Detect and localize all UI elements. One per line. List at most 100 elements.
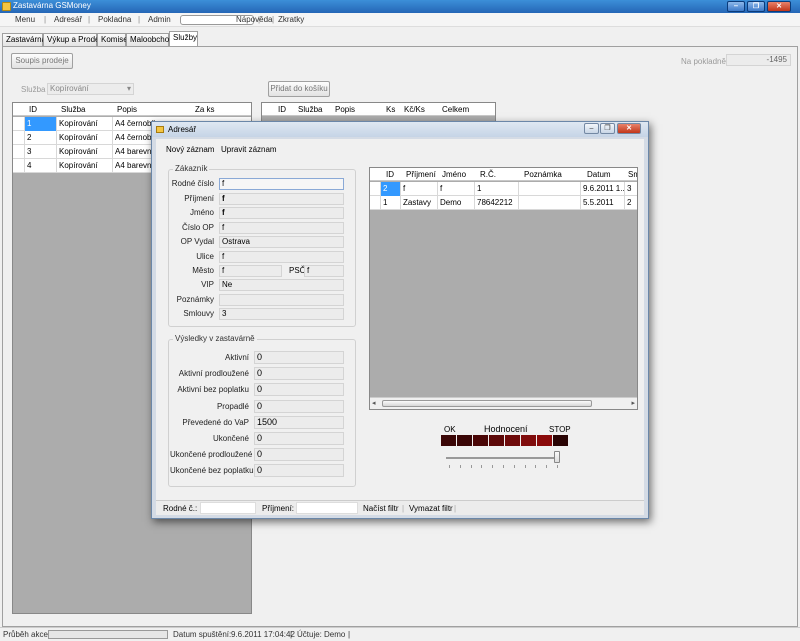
scroll-left-icon[interactable]: ◂	[372, 399, 376, 407]
tab-komise[interactable]: Komise	[97, 33, 128, 46]
slider-thumb[interactable]	[554, 451, 560, 463]
rating-cell	[505, 435, 520, 446]
cell-name[interactable]: f	[438, 182, 475, 196]
cell-date[interactable]: 5.5.2011	[581, 196, 625, 210]
field-label: Rodné číslo	[171, 179, 214, 188]
street-field[interactable]: f	[219, 251, 344, 263]
cell-surname[interactable]: Zastavy	[401, 196, 438, 210]
new-record-menu[interactable]: Nový záznam	[166, 145, 214, 154]
tab-vykup-a-prodej[interactable]: Výkup a Prodej	[43, 33, 101, 46]
cell-id[interactable]: 2	[381, 182, 401, 196]
scrollbar-thumb[interactable]	[382, 400, 592, 407]
service-select[interactable]: Kopírování ▾	[47, 83, 134, 95]
cell-id[interactable]: 1	[381, 196, 401, 210]
menu-menu[interactable]: Menu	[15, 15, 35, 24]
row-header	[13, 117, 25, 131]
cell-service[interactable]: Kopírování	[57, 117, 113, 131]
customers-grid[interactable]: ID Příjmení Jméno R.Č. Poznámka Datum Sm…	[369, 167, 638, 410]
result-label: Převedené do VaP	[182, 418, 249, 427]
cell-id[interactable]: 1	[25, 117, 57, 131]
result-label: Aktivní prodloužené	[178, 369, 249, 378]
dialog-close-button[interactable]: ✕	[617, 123, 641, 134]
column-header[interactable]: Popis	[117, 105, 137, 114]
birth-number-field[interactable]: f	[219, 178, 344, 190]
column-header[interactable]: ID	[29, 105, 37, 114]
cell-service[interactable]: Kopírování	[57, 145, 113, 159]
close-button[interactable]: ✕	[767, 1, 791, 12]
column-header[interactable]: R.Č.	[480, 170, 496, 179]
contracts-field[interactable]: 3	[219, 308, 344, 320]
rating-slider[interactable]	[446, 451, 566, 470]
load-filter-button[interactable]: Načíst filtr	[363, 504, 399, 513]
column-header[interactable]: Jméno	[442, 170, 466, 179]
horizontal-scrollbar[interactable]: ◂ ▸	[370, 397, 637, 409]
cart-grid[interactable]: ID Služba Popis Ks Kč/Ks Celkem	[261, 102, 496, 122]
column-header[interactable]: Celkem	[442, 105, 469, 114]
cell-service[interactable]: Kopírování	[57, 159, 113, 173]
column-header[interactable]: Služba	[298, 105, 322, 114]
edit-record-menu[interactable]: Upravit záznam	[221, 145, 277, 154]
menu-napoveda[interactable]: Nápověda	[236, 15, 272, 24]
city-field[interactable]: f	[219, 265, 282, 277]
menu-adresar[interactable]: Adresář	[54, 15, 82, 24]
results-group-title: Výsledky v zastavárně	[173, 334, 257, 343]
clear-filter-button[interactable]: Vymazat filtr	[409, 504, 453, 513]
column-header[interactable]: ID	[386, 170, 394, 179]
field-label: Příjmení	[184, 194, 214, 203]
dialog-body: Nový záznam Upravit záznam Zákazník Rodn…	[156, 139, 644, 515]
cell-note[interactable]	[519, 196, 581, 210]
table-row[interactable]: 1 Zastavy Demo 78642212 5.5.2011 2	[370, 196, 637, 210]
cell-contracts[interactable]: 2	[625, 196, 637, 210]
cell-service[interactable]: Kopírování	[57, 131, 113, 145]
tab-maloobchod[interactable]: Maloobchod	[126, 33, 174, 46]
cell-name[interactable]: Demo	[438, 196, 475, 210]
cell-note[interactable]	[519, 182, 581, 196]
scroll-right-icon[interactable]: ▸	[631, 399, 635, 407]
filter-surname-input[interactable]	[296, 502, 358, 514]
column-header[interactable]: Poznámka	[524, 170, 562, 179]
notes-field[interactable]	[219, 294, 344, 306]
cell-date[interactable]: 9.6.2011 1...	[581, 182, 625, 196]
filter-rc-input[interactable]	[200, 502, 256, 514]
column-header[interactable]: Datum	[587, 170, 611, 179]
menu-admin[interactable]: Admin	[148, 15, 171, 24]
vip-field[interactable]: Ne	[219, 279, 344, 291]
menu-zkratky[interactable]: Zkratky	[278, 15, 304, 24]
cash-label: Na pokladně	[681, 57, 726, 66]
column-header[interactable]: Služba	[61, 105, 85, 114]
add-to-cart-button[interactable]: Přidat do košíku	[268, 81, 330, 97]
column-header[interactable]: Za ks	[195, 105, 215, 114]
cell-surname[interactable]: f	[401, 182, 438, 196]
cell-id[interactable]: 2	[25, 131, 57, 145]
cell-contracts[interactable]: 3	[625, 182, 637, 196]
maximize-button[interactable]: ❐	[747, 1, 765, 12]
id-issued-by-field[interactable]: Ostrava	[219, 236, 344, 248]
column-header[interactable]: Popis	[335, 105, 355, 114]
grid-header: ID Příjmení Jméno R.Č. Poznámka Datum Sm	[370, 168, 637, 181]
cell-birth-number[interactable]: 1	[475, 182, 519, 196]
column-header[interactable]: ID	[278, 105, 286, 114]
cell-birth-number[interactable]: 78642212	[475, 196, 519, 210]
tab-zastavarna[interactable]: Zastavárna	[2, 33, 46, 46]
surname-field[interactable]: f	[219, 193, 344, 205]
started-label: Datum spuštění:	[173, 630, 232, 639]
id-card-field[interactable]: f	[219, 222, 344, 234]
name-field[interactable]: f	[219, 207, 344, 219]
dialog-minimize-button[interactable]: ‒	[584, 123, 599, 134]
column-header[interactable]: Kč/Ks	[404, 105, 425, 114]
result-label: Ukončené	[212, 434, 249, 443]
table-row[interactable]: 2 f f 1 9.6.2011 1... 3	[370, 182, 637, 196]
tab-sluzby[interactable]: Služby	[169, 31, 198, 46]
dialog-maximize-button[interactable]: ❐	[600, 123, 615, 134]
psc-field[interactable]: f	[304, 265, 344, 277]
menu-pokladna[interactable]: Pokladna	[98, 15, 131, 24]
cell-id[interactable]: 3	[25, 145, 57, 159]
slider-track	[446, 457, 558, 459]
column-header[interactable]: Ks	[386, 105, 395, 114]
column-header[interactable]: Příjmení	[406, 170, 436, 179]
sales-summary-button[interactable]: Soupis prodeje	[11, 53, 73, 69]
cell-id[interactable]: 4	[25, 159, 57, 173]
main-title-bar: Zastavárna GSMoney ‒ ❐ ✕	[0, 0, 800, 13]
column-header[interactable]: Sm	[628, 170, 637, 179]
minimize-button[interactable]: ‒	[727, 1, 745, 12]
